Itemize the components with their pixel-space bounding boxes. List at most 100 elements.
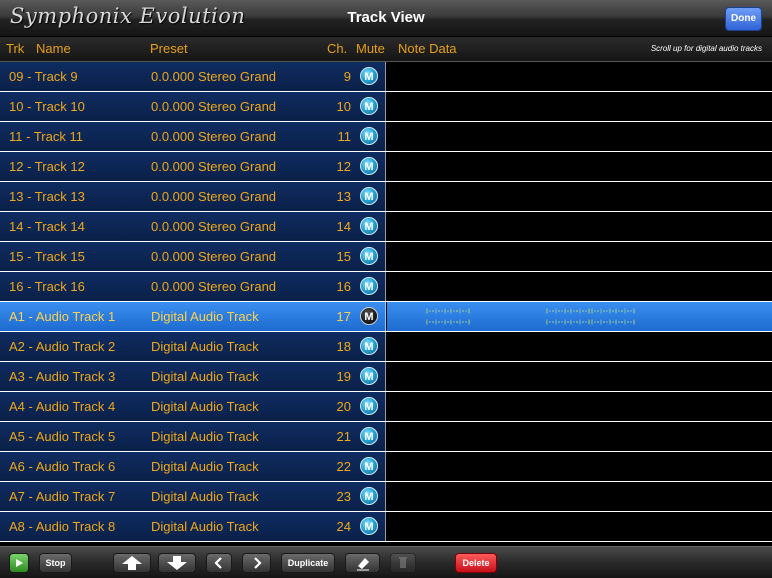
mute-button[interactable]: M [360, 187, 378, 205]
track-channel: 16 [336, 279, 351, 294]
note-data-cell[interactable] [387, 392, 772, 421]
track-info[interactable]: A6 - Audio Track 6 Digital Audio Track 22 M [0, 452, 386, 481]
track-preset: 0.0.000 Stereo Grand [151, 69, 277, 84]
column-name: Name [36, 41, 71, 56]
track-preset: 0.0.000 Stereo Grand [151, 99, 277, 114]
track-channel: 9 [343, 69, 351, 84]
column-header: Trk Name Preset Ch. Mute Note Data Scrol… [0, 37, 772, 62]
track-row[interactable]: 16 - Track 16 0.0.000 Stereo Grand 16 M [0, 272, 772, 302]
track-name: A8 - Audio Track 8 [9, 519, 116, 534]
trash-button[interactable] [390, 553, 416, 573]
track-preset: Digital Audio Track [151, 309, 259, 324]
arrow-down-icon [167, 556, 187, 570]
mute-button[interactable]: M [360, 277, 378, 295]
track-row[interactable]: A6 - Audio Track 6 Digital Audio Track 22 M [0, 452, 772, 482]
track-row[interactable]: A5 - Audio Track 5 Digital Audio Track 21 M [0, 422, 772, 452]
move-up-button[interactable] [113, 553, 151, 573]
chevron-right-icon [253, 557, 262, 569]
track-info[interactable]: 10 - Track 10 0.0.000 Stereo Grand 10 M [0, 92, 386, 121]
mute-button[interactable]: M [360, 397, 378, 415]
note-data-cell[interactable] [387, 302, 772, 331]
column-trk: Trk [6, 41, 25, 56]
mute-button[interactable]: M [360, 247, 378, 265]
track-name: A7 - Audio Track 7 [9, 489, 116, 504]
right-button[interactable] [242, 553, 271, 573]
track-info[interactable]: A4 - Audio Track 4 Digital Audio Track 20 M [0, 392, 386, 421]
note-data-cell[interactable] [387, 272, 772, 301]
move-down-button[interactable] [158, 553, 196, 573]
note-data-cell[interactable] [387, 452, 772, 481]
mute-button[interactable]: M [360, 337, 378, 355]
track-info[interactable]: A2 - Audio Track 2 Digital Audio Track 18 M [0, 332, 386, 361]
mute-button[interactable]: M [360, 367, 378, 385]
track-row[interactable]: A7 - Audio Track 7 Digital Audio Track 23 M [0, 482, 772, 512]
track-info[interactable]: A5 - Audio Track 5 Digital Audio Track 21 M [0, 422, 386, 451]
delete-button[interactable]: Delete [455, 553, 497, 573]
mute-button[interactable]: M [360, 97, 378, 115]
mute-button[interactable]: M [360, 517, 378, 535]
track-info[interactable]: A1 - Audio Track 1 Digital Audio Track 17 M [0, 302, 386, 331]
mute-button[interactable]: M [360, 217, 378, 235]
note-data-cell[interactable] [387, 62, 772, 91]
mute-button[interactable]: M [360, 127, 378, 145]
note-data-cell[interactable] [387, 92, 772, 121]
note-data-cell[interactable] [387, 362, 772, 391]
bottom-toolbar: Stop Duplicate Delete [0, 546, 772, 578]
mute-button[interactable]: M [360, 487, 378, 505]
track-list[interactable]: 09 - Track 9 0.0.000 Stereo Grand 9 M 10 - T… [0, 62, 772, 546]
track-info[interactable]: 15 - Track 15 0.0.000 Stereo Grand 15 M [0, 242, 386, 271]
track-info[interactable]: 16 - Track 16 0.0.000 Stereo Grand 16 M [0, 272, 386, 301]
track-row[interactable]: 12 - Track 12 0.0.000 Stereo Grand 12 M [0, 152, 772, 182]
track-row[interactable]: A4 - Audio Track 4 Digital Audio Track 20 M [0, 392, 772, 422]
track-row[interactable]: 09 - Track 9 0.0.000 Stereo Grand 9 M [0, 62, 772, 92]
track-row[interactable]: 14 - Track 14 0.0.000 Stereo Grand 14 M [0, 212, 772, 242]
track-channel: 20 [336, 399, 351, 414]
note-data-cell[interactable] [387, 332, 772, 361]
track-name: A5 - Audio Track 5 [9, 429, 116, 444]
chevron-left-icon [214, 557, 222, 569]
title-bar: Symphonix Evolution Track View Done [0, 0, 772, 37]
note-data-cell[interactable] [387, 422, 772, 451]
track-row[interactable]: 15 - Track 15 0.0.000 Stereo Grand 15 M [0, 242, 772, 272]
left-button[interactable] [206, 553, 232, 573]
track-info[interactable]: A8 - Audio Track 8 Digital Audio Track 24 M [0, 512, 386, 541]
track-channel: 24 [336, 519, 351, 534]
mute-button[interactable]: M [360, 427, 378, 445]
track-row[interactable]: 13 - Track 13 0.0.000 Stereo Grand 13 M [0, 182, 772, 212]
mute-button[interactable]: M [360, 67, 378, 85]
mute-button[interactable]: M [360, 307, 378, 325]
track-info[interactable]: 12 - Track 12 0.0.000 Stereo Grand 12 M [0, 152, 386, 181]
track-preset: Digital Audio Track [151, 339, 259, 354]
track-row[interactable]: A3 - Audio Track 3 Digital Audio Track 19 M [0, 362, 772, 392]
play-button[interactable] [9, 553, 29, 573]
mute-button[interactable]: M [360, 157, 378, 175]
note-data-cell[interactable] [387, 182, 772, 211]
track-row[interactable]: 11 - Track 11 0.0.000 Stereo Grand 11 M [0, 122, 772, 152]
track-info[interactable]: 11 - Track 11 0.0.000 Stereo Grand 11 M [0, 122, 386, 151]
note-data-cell[interactable] [387, 512, 772, 541]
track-name: A2 - Audio Track 2 [9, 339, 116, 354]
track-name: 12 - Track 12 [9, 159, 85, 174]
track-row[interactable]: A8 - Audio Track 8 Digital Audio Track 24 M [0, 512, 772, 542]
note-data-cell[interactable] [387, 152, 772, 181]
track-name: 16 - Track 16 [9, 279, 85, 294]
note-data-cell[interactable] [387, 122, 772, 151]
track-info[interactable]: 14 - Track 14 0.0.000 Stereo Grand 14 M [0, 212, 386, 241]
note-data-cell[interactable] [387, 242, 772, 271]
track-info[interactable]: 13 - Track 13 0.0.000 Stereo Grand 13 M [0, 182, 386, 211]
erase-button[interactable] [345, 553, 380, 573]
done-button[interactable]: Done [725, 7, 762, 31]
track-preset: Digital Audio Track [151, 369, 259, 384]
track-info[interactable]: 09 - Track 9 0.0.000 Stereo Grand 9 M [0, 62, 386, 91]
track-info[interactable]: A7 - Audio Track 7 Digital Audio Track 23 M [0, 482, 386, 511]
track-row[interactable]: A1 - Audio Track 1 Digital Audio Track 17 M [0, 302, 772, 332]
duplicate-button[interactable]: Duplicate [281, 553, 335, 573]
track-channel: 17 [336, 309, 351, 324]
note-data-cell[interactable] [387, 212, 772, 241]
track-row[interactable]: 10 - Track 10 0.0.000 Stereo Grand 10 M [0, 92, 772, 122]
mute-button[interactable]: M [360, 457, 378, 475]
track-info[interactable]: A3 - Audio Track 3 Digital Audio Track 19 M [0, 362, 386, 391]
track-row[interactable]: A2 - Audio Track 2 Digital Audio Track 18 M [0, 332, 772, 362]
note-data-cell[interactable] [387, 482, 772, 511]
stop-button[interactable]: Stop [39, 553, 72, 573]
